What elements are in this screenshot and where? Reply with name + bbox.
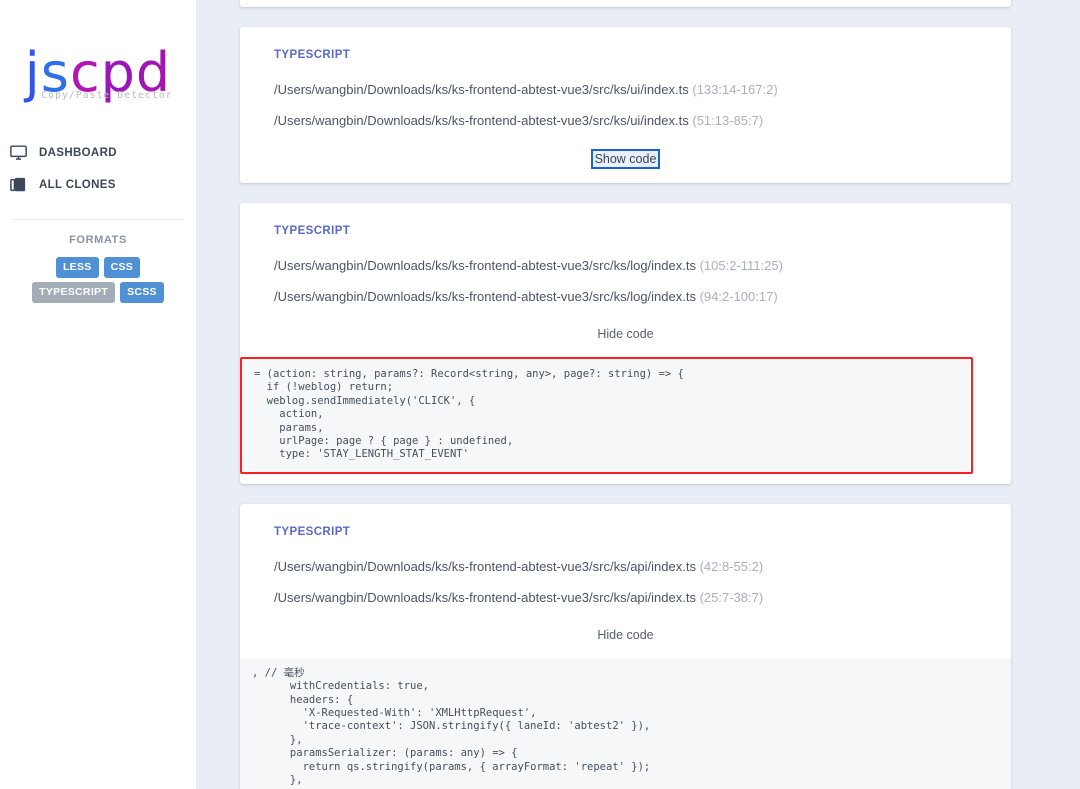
clone-language-label: TYPESCRIPT <box>274 225 351 237</box>
clone-path-row: /Users/wangbin/Downloads/ks/ks-frontend-… <box>274 281 977 312</box>
clone-file-path: /Users/wangbin/Downloads/ks/ks-frontend-… <box>274 589 696 605</box>
clone-position: (42:8-55:2) <box>699 558 764 574</box>
sidebar: jscpd Copy/Paste Detector DASHBOARD ALL … <box>0 0 197 789</box>
formats-heading: FORMATS <box>69 234 127 246</box>
sidebar-item-dashboard[interactable]: DASHBOARD <box>9 137 196 169</box>
clone-file-path: /Users/wangbin/Downloads/ks/ks-frontend-… <box>274 82 689 97</box>
clone-card: TYPESCRIPT /Users/wangbin/Downloads/ks/k… <box>240 503 1011 789</box>
sidebar-nav: DASHBOARD ALL CLONES <box>0 137 196 201</box>
sidebar-item-all-clones-label: ALL CLONES <box>39 179 116 191</box>
copy-layers-icon <box>9 176 27 194</box>
sidebar-item-dashboard-label: DASHBOARD <box>39 147 117 159</box>
format-filter-group: LESS CSS TYPESCRIPT SCSS <box>0 246 196 303</box>
sidebar-item-all-clones[interactable]: ALL CLONES <box>9 169 196 201</box>
clone-path-row: /Users/wangbin/Downloads/ks/ks-frontend-… <box>274 551 977 582</box>
format-chip-scss[interactable]: SCSS <box>120 282 164 303</box>
code-snippet: , // 毫秒 withCredentials: true, headers: … <box>240 657 1011 789</box>
format-chip-css[interactable]: CSS <box>103 257 141 278</box>
monitor-icon <box>9 144 27 162</box>
clone-path-row: /Users/wangbin/Downloads/ks/ks-frontend-… <box>274 105 977 136</box>
logo-letter-j: j <box>24 41 41 104</box>
show-code-button[interactable]: Show code <box>590 149 661 169</box>
clone-toggle-row: Hide code <box>240 312 1011 357</box>
format-chip-less[interactable]: LESS <box>55 257 99 278</box>
clone-toggle-row: Hide code <box>240 613 1011 658</box>
code-snippet: = (action: string, params?: Record<strin… <box>240 357 973 474</box>
clone-toggle-row: Show code <box>240 0 1011 7</box>
clone-card: TYPESCRIPT /Users/wangbin/Downloads/ks/k… <box>240 203 1011 484</box>
clone-file-path: /Users/wangbin/Downloads/ks/ks-frontend-… <box>274 258 696 273</box>
clone-card-body: TYPESCRIPT /Users/wangbin/Downloads/ks/k… <box>240 504 1011 613</box>
clone-language-label: TYPESCRIPT <box>274 49 351 61</box>
clone-card-body: TYPESCRIPT /Users/wangbin/Downloads/ks/k… <box>240 203 1011 312</box>
clones-list: Show code TYPESCRIPT /Users/wangbin/Down… <box>197 0 1080 789</box>
app-logo: jscpd Copy/Paste Detector <box>0 41 196 104</box>
clone-path-row: /Users/wangbin/Downloads/ks/ks-frontend-… <box>274 582 977 613</box>
clone-position: (94:2-100:17) <box>699 289 778 304</box>
clone-language-label: TYPESCRIPT <box>274 525 351 538</box>
clone-position: (105:2-111:25) <box>699 258 783 273</box>
clone-card: Show code <box>240 0 1011 7</box>
clone-position: (25:7-38:7) <box>699 589 764 605</box>
clone-card: TYPESCRIPT /Users/wangbin/Downloads/ks/k… <box>240 27 1011 183</box>
clone-file-path: /Users/wangbin/Downloads/ks/ks-frontend-… <box>274 113 689 128</box>
clone-path-row: /Users/wangbin/Downloads/ks/ks-frontend-… <box>274 74 977 105</box>
clone-file-path: /Users/wangbin/Downloads/ks/ks-frontend-… <box>274 289 696 304</box>
clone-position: (133:14-167:2) <box>692 82 778 97</box>
clone-toggle-row: Show code <box>240 136 1011 183</box>
format-chip-typescript[interactable]: TYPESCRIPT <box>32 282 116 303</box>
logo-subtitle: Copy/Paste Detector <box>41 90 173 101</box>
clone-card-body: TYPESCRIPT /Users/wangbin/Downloads/ks/k… <box>240 27 1011 136</box>
sidebar-divider <box>12 219 184 220</box>
clone-position: (51:13-85:7) <box>692 113 764 128</box>
clone-file-path: /Users/wangbin/Downloads/ks/ks-frontend-… <box>274 558 696 574</box>
hide-code-button[interactable]: Hide code <box>594 626 656 644</box>
clone-path-row: /Users/wangbin/Downloads/ks/ks-frontend-… <box>274 250 977 281</box>
hide-code-button[interactable]: Hide code <box>594 325 656 343</box>
